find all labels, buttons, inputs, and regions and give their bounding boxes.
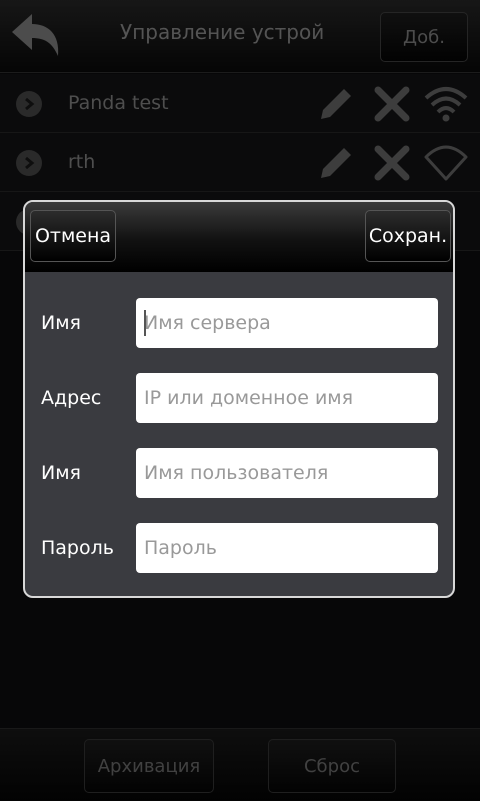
cancel-button[interactable]: Отмена	[30, 210, 116, 262]
server-name-label: Имя	[41, 312, 81, 334]
password-label: Пароль	[41, 537, 114, 559]
form-row-server-name: Имя	[25, 298, 453, 348]
username-label: Имя	[41, 462, 81, 484]
add-server-dialog: Отмена Сохран. Имя Адрес Имя Пароль	[23, 200, 455, 598]
form-row-address: Адрес	[25, 373, 453, 423]
password-input[interactable]	[136, 523, 438, 573]
save-button[interactable]: Сохран.	[365, 210, 451, 262]
form-row-username: Имя	[25, 448, 453, 498]
address-label: Адрес	[41, 387, 102, 409]
form-row-password: Пароль	[25, 523, 453, 573]
server-name-input[interactable]	[136, 298, 438, 348]
dialog-header: Отмена Сохран.	[25, 202, 453, 272]
username-input[interactable]	[136, 448, 438, 498]
text-cursor	[144, 310, 146, 336]
address-input[interactable]	[136, 373, 438, 423]
